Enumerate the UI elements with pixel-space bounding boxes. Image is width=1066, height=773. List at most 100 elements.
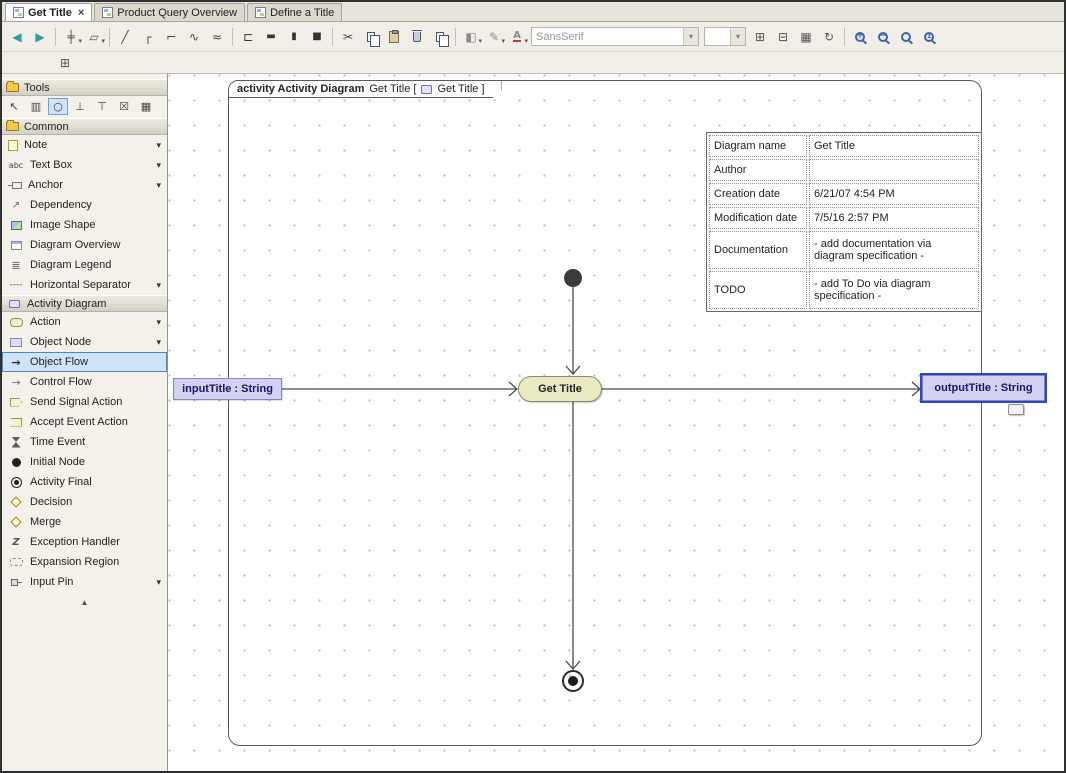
- grid-tool-icon[interactable]: ▦: [136, 98, 156, 115]
- palette-item-initial-node[interactable]: Initial Node: [2, 452, 167, 472]
- distribute-shapes-icon[interactable]: [237, 26, 259, 48]
- chevron-down-icon[interactable]: [151, 139, 161, 151]
- palette-item-activity-final[interactable]: Activity Final: [2, 472, 167, 492]
- palette-item-anchor[interactable]: Anchor: [2, 175, 167, 195]
- diagram-canvas[interactable]: activity Activity Diagram Get Title [ Ge…: [168, 74, 1064, 771]
- palette-item-expansion-region[interactable]: Expansion Region: [2, 552, 167, 572]
- curve-line-icon[interactable]: [183, 26, 205, 48]
- send-signal-icon: [10, 397, 22, 407]
- draw-line-icon[interactable]: [114, 26, 136, 48]
- chevron-down-icon[interactable]: [151, 576, 161, 588]
- paste-icon[interactable]: [383, 26, 405, 48]
- palette-item-note[interactable]: Note: [2, 135, 167, 155]
- draw-shape-tool-icon[interactable]: ○: [48, 98, 68, 115]
- font-family-select[interactable]: SansSerif: [531, 27, 699, 46]
- close-tab-icon[interactable]: [78, 7, 84, 19]
- activity-final-node[interactable]: [562, 670, 584, 692]
- chevron-down-icon[interactable]: [151, 159, 161, 171]
- table-key-cell: Diagram name: [709, 135, 807, 157]
- rectilinear-line-icon[interactable]: [137, 26, 159, 48]
- chevron-down-icon[interactable]: [151, 336, 161, 348]
- select-tool-icon[interactable]: ↖: [4, 98, 24, 115]
- palette-item-merge[interactable]: Merge: [2, 512, 167, 532]
- zoom-in-icon[interactable]: [849, 26, 871, 48]
- palette-item-time-event[interactable]: Time Event: [2, 432, 167, 452]
- palette-item-diagram-overview[interactable]: Diagram Overview: [2, 235, 167, 255]
- fit-in-window-icon[interactable]: [895, 26, 917, 48]
- palette-item-dependency[interactable]: Dependency: [2, 195, 167, 215]
- initial-node-icon: [11, 457, 21, 467]
- palette-item-object-flow[interactable]: Object Flow: [2, 352, 167, 372]
- palette-item-image-shape[interactable]: Image Shape: [2, 215, 167, 235]
- forward-icon[interactable]: [29, 26, 51, 48]
- edit-compartments-icon[interactable]: [795, 26, 817, 48]
- table-value-cell: - add To Do via diagram specification -: [809, 271, 979, 309]
- oblique-line-icon[interactable]: [160, 26, 182, 48]
- diagram-legend-icon: [8, 259, 24, 272]
- item-label: Note: [24, 139, 48, 151]
- palette-item-text-box[interactable]: Text Box: [2, 155, 167, 175]
- input-pin-icon: [10, 578, 22, 586]
- zoom-out-icon[interactable]: [872, 26, 894, 48]
- output-pin-node-selected[interactable]: outputTitle : String: [922, 375, 1045, 401]
- send-to-back-icon[interactable]: [772, 26, 794, 48]
- input-pin-node[interactable]: inputTitle : String: [173, 378, 282, 400]
- palette-item-decision[interactable]: Decision: [2, 492, 167, 512]
- make-same-width-icon[interactable]: [260, 26, 282, 48]
- swimlanes-icon[interactable]: [60, 26, 82, 48]
- spline-line-icon[interactable]: [206, 26, 228, 48]
- initial-node[interactable]: [564, 269, 582, 287]
- containment-icon[interactable]: [54, 52, 76, 74]
- chevron-down-icon[interactable]: [683, 28, 698, 45]
- copy-icon[interactable]: [360, 26, 382, 48]
- palette-item-diagram-legend[interactable]: Diagram Legend: [2, 255, 167, 275]
- cut-icon[interactable]: [337, 26, 359, 48]
- palette-item-input-pin[interactable]: Input Pin: [2, 572, 167, 592]
- chevron-down-icon[interactable]: [151, 179, 161, 191]
- browse-tool-icon[interactable]: ▥: [26, 98, 46, 115]
- item-label: Object Flow: [30, 356, 89, 368]
- action-label: Get Title: [538, 383, 582, 395]
- palette-item-horizontal-separator[interactable]: Horizontal Separator: [2, 275, 167, 295]
- make-same-size-icon[interactable]: [306, 26, 328, 48]
- palette-section-tools[interactable]: Tools: [2, 79, 167, 96]
- refresh-icon[interactable]: [818, 26, 840, 48]
- palette-item-accept-event-action[interactable]: Accept Event Action: [2, 412, 167, 432]
- palette-item-action[interactable]: Action: [2, 312, 167, 332]
- align-tool-icon[interactable]: ⊥: [70, 98, 90, 115]
- tab-get-title[interactable]: Get Title: [5, 3, 93, 21]
- application-window: Get Title Product Query Overview Define …: [0, 0, 1066, 773]
- table-key-cell: Documentation: [709, 231, 807, 269]
- fill-color-icon[interactable]: [460, 26, 482, 48]
- pen-color-icon[interactable]: [483, 26, 505, 48]
- table-key-cell: Creation date: [709, 183, 807, 205]
- smart-manipulator-button[interactable]: [1008, 404, 1024, 415]
- frame-ref-label: Get Title ]: [437, 83, 485, 95]
- palette-section-activity-diagram[interactable]: Activity Diagram: [2, 295, 167, 312]
- tab-product-query-overview[interactable]: Product Query Overview: [94, 3, 246, 21]
- palette-item-exception-handler[interactable]: Exception Handler: [2, 532, 167, 552]
- palette-item-object-node[interactable]: Object Node: [2, 332, 167, 352]
- palette-scroll-up-icon[interactable]: [2, 595, 167, 609]
- duplicate-icon[interactable]: [429, 26, 451, 48]
- bring-to-front-icon[interactable]: [749, 26, 771, 48]
- zoom-one-to-one-icon[interactable]: [918, 26, 940, 48]
- palette-section-common[interactable]: Common: [2, 118, 167, 135]
- palette-item-send-signal-action[interactable]: Send Signal Action: [2, 392, 167, 412]
- diagram-info-table[interactable]: Diagram name Get Title Author Creation d…: [706, 132, 982, 312]
- back-icon[interactable]: [6, 26, 28, 48]
- chevron-down-icon[interactable]: [151, 316, 161, 328]
- font-size-select[interactable]: [704, 27, 746, 46]
- chevron-down-icon[interactable]: [151, 279, 161, 291]
- delete-icon[interactable]: [406, 26, 428, 48]
- resize-tool-icon[interactable]: ☒: [114, 98, 134, 115]
- chevron-down-icon[interactable]: [730, 28, 745, 45]
- palette-item-control-flow[interactable]: Control Flow: [2, 372, 167, 392]
- font-color-icon[interactable]: [506, 26, 528, 48]
- add-shape-icon[interactable]: [83, 26, 105, 48]
- make-same-height-icon[interactable]: [283, 26, 305, 48]
- object-node-icon: [10, 337, 22, 347]
- tab-define-a-title[interactable]: Define a Title: [247, 3, 343, 21]
- action-node-get-title[interactable]: Get Title: [518, 376, 602, 402]
- center-tool-icon[interactable]: ⊤: [92, 98, 112, 115]
